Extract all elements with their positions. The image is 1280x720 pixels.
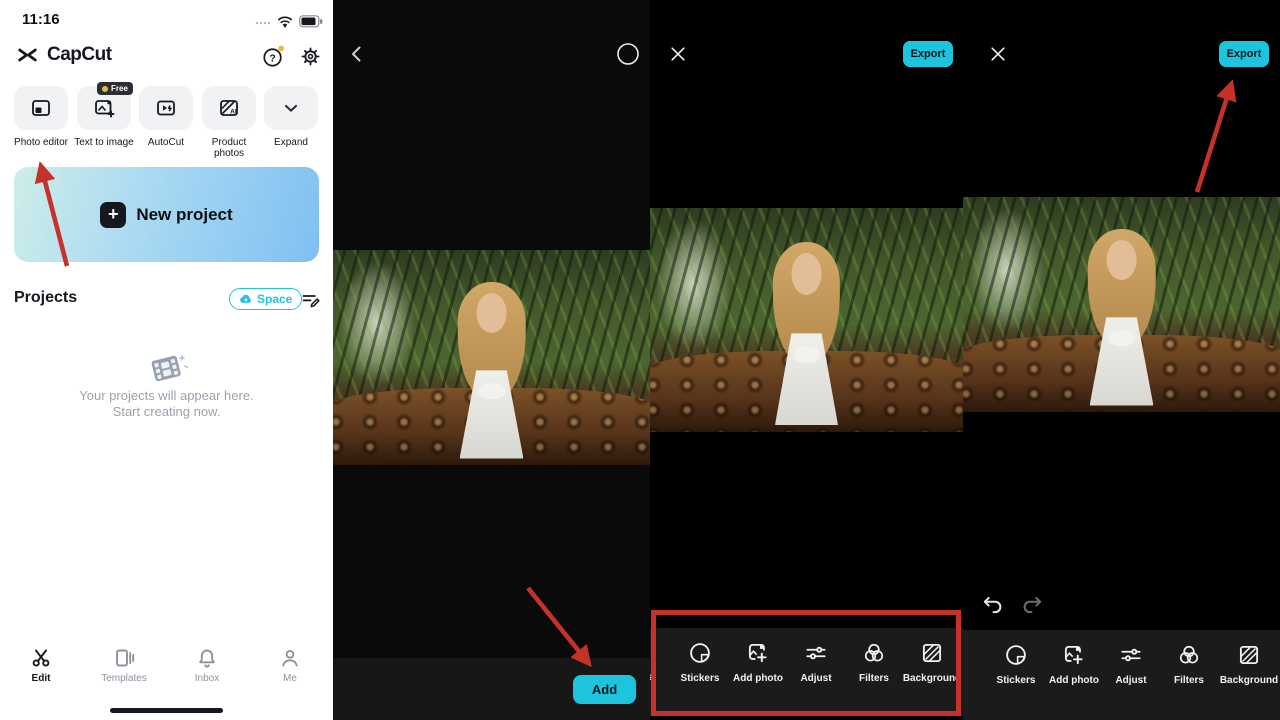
tool-autocut[interactable] xyxy=(139,86,193,130)
tool-expand[interactable] xyxy=(264,86,318,130)
empty-state-line1: Your projects will appear here. xyxy=(0,388,333,403)
templates-icon xyxy=(112,646,136,670)
projects-title: Projects xyxy=(14,289,77,307)
scissors-icon xyxy=(29,646,53,670)
text-to-image-icon xyxy=(92,96,116,120)
tool-label: Text to image xyxy=(71,137,137,148)
help-icon[interactable]: ? xyxy=(262,45,285,68)
undo-icon[interactable] xyxy=(980,592,1006,618)
tool-label: Photo editor xyxy=(8,137,74,148)
battery-icon xyxy=(299,15,324,28)
toolbar-filters[interactable]: Filters xyxy=(844,640,904,684)
toolbar-filters[interactable]: Filters xyxy=(1159,642,1219,686)
app-title: CapCut xyxy=(47,44,112,66)
tool-label: Product photos xyxy=(196,137,262,159)
free-dot-icon xyxy=(102,86,108,92)
wifi-icon xyxy=(276,14,294,28)
settings-gear-icon[interactable] xyxy=(299,45,322,68)
photo-editor-icon xyxy=(29,96,53,120)
bell-icon xyxy=(195,646,219,670)
close-icon[interactable] xyxy=(988,44,1008,64)
capcut-logo: CapCut xyxy=(14,44,112,66)
stickers-icon xyxy=(687,640,713,666)
redo-icon[interactable] xyxy=(1019,592,1045,618)
home-indicator xyxy=(110,708,223,713)
stickers-icon xyxy=(1003,642,1029,668)
add-photo-icon xyxy=(745,640,771,666)
photo-subject xyxy=(434,282,548,458)
export-button[interactable]: Export xyxy=(1219,41,1269,67)
plus-icon: + xyxy=(100,202,126,228)
background-icon xyxy=(919,640,945,666)
editor-toolbar: es Stickers Add photo xyxy=(963,630,1280,720)
manage-projects-icon[interactable] xyxy=(300,289,321,310)
toolbar-adjust[interactable]: Adjust xyxy=(1101,642,1161,686)
status-icons xyxy=(255,14,324,28)
add-button[interactable]: Add xyxy=(573,675,636,704)
free-badge: Free xyxy=(97,82,133,95)
close-icon[interactable] xyxy=(668,44,688,64)
chevron-down-icon xyxy=(279,96,303,120)
background-icon xyxy=(1236,642,1262,668)
product-photos-icon: AI xyxy=(217,96,241,120)
nav-templates[interactable]: Templates xyxy=(94,646,154,684)
tool-photo-editor[interactable] xyxy=(14,86,68,130)
photo-thumbnail[interactable] xyxy=(333,250,650,465)
filters-icon xyxy=(861,640,887,666)
editor-toolbar: s Stickers Add photo xyxy=(650,628,963,716)
cloud-upload-icon xyxy=(239,293,253,305)
notification-dot xyxy=(278,45,284,51)
toolbar-stickers[interactable]: Stickers xyxy=(670,640,730,684)
capcut-screenshot: 11:16 CapCut xyxy=(0,0,1280,720)
status-time: 11:16 xyxy=(22,11,60,28)
back-chevron-icon[interactable] xyxy=(345,42,369,66)
panel-editor-export: Export xyxy=(963,0,1280,720)
select-circle-icon[interactable] xyxy=(616,42,640,66)
empty-state-line2: Start creating now. xyxy=(0,404,333,419)
adjust-sliders-icon xyxy=(1118,642,1144,668)
space-button[interactable]: Space xyxy=(229,288,302,310)
tool-label: AutoCut xyxy=(133,137,199,148)
toolbar-stickers[interactable]: Stickers xyxy=(986,642,1046,686)
tool-product-photos[interactable]: AI xyxy=(202,86,256,130)
toolbar-adjust[interactable]: Adjust xyxy=(786,640,846,684)
toolbar-background[interactable]: Background xyxy=(902,640,962,684)
panel-home: 11:16 CapCut xyxy=(0,0,333,720)
panel-editor-toolbar: Export s Stickers xyxy=(650,0,963,720)
add-photo-icon xyxy=(1061,642,1087,668)
toolbar-partial-item[interactable]: es xyxy=(963,642,977,686)
nav-inbox[interactable]: Inbox xyxy=(177,646,237,684)
film-reel-icon xyxy=(141,344,191,392)
toolbar-partial-label: s xyxy=(650,672,653,683)
autocut-icon xyxy=(154,96,178,120)
tool-label: Expand xyxy=(258,137,324,148)
person-icon xyxy=(278,646,302,670)
export-button[interactable]: Export xyxy=(903,41,953,67)
adjust-sliders-icon xyxy=(803,640,829,666)
nav-me[interactable]: Me xyxy=(260,646,320,684)
cellular-icon xyxy=(255,15,271,27)
panel-photo-picker: Add xyxy=(333,0,650,720)
toolbar-background[interactable]: Background xyxy=(1219,642,1279,686)
svg-text:?: ? xyxy=(269,52,275,64)
toolbar-add-photo[interactable]: Add photo xyxy=(728,640,788,684)
new-project-button[interactable]: + New project xyxy=(14,167,319,262)
editor-canvas-photo[interactable] xyxy=(650,208,963,432)
filters-icon xyxy=(1176,642,1202,668)
capcut-logo-icon xyxy=(14,44,41,66)
nav-edit[interactable]: Edit xyxy=(11,646,71,684)
svg-text:AI: AI xyxy=(230,109,237,116)
editor-canvas-photo[interactable] xyxy=(963,197,1280,412)
toolbar-add-photo[interactable]: Add photo xyxy=(1044,642,1104,686)
